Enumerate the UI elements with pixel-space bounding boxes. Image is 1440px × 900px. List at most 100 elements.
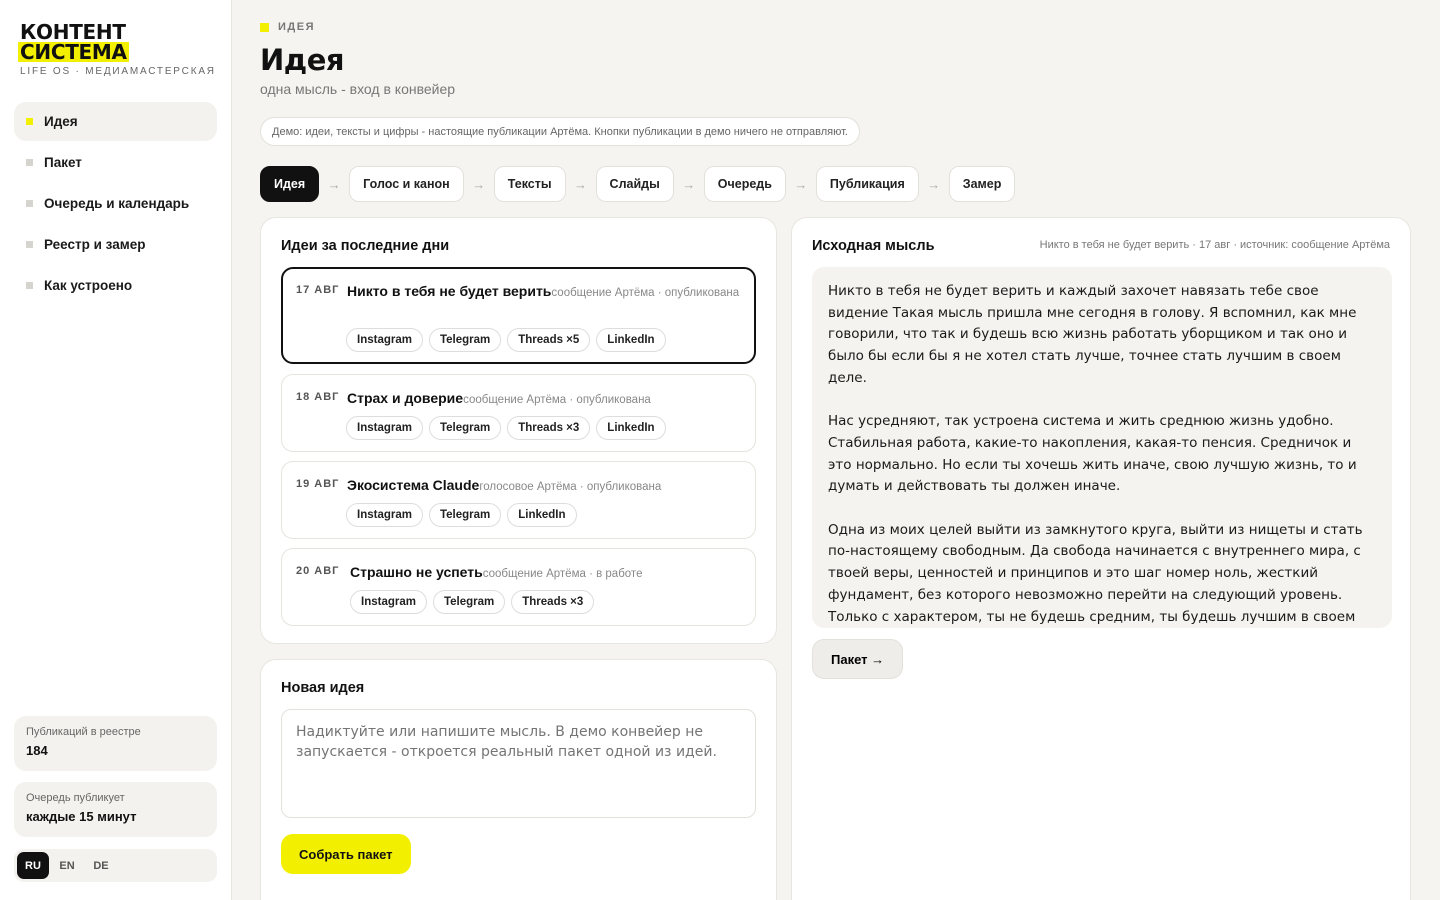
nav-dot-icon — [26, 241, 33, 248]
sidebar-item-label: Пакет — [44, 155, 82, 170]
idea-meta: голосовое Артёма · опубликована — [479, 481, 662, 493]
step-publication[interactable]: Публикация — [815, 166, 919, 202]
nav-dot-icon — [26, 282, 33, 289]
logo-line-1: КОНТЕНТ — [20, 20, 126, 44]
card-title: Идеи за последние дни — [281, 238, 450, 254]
sidebar-item-package[interactable]: Пакет — [14, 143, 217, 182]
source-paragraph: Нас усредняют, так устроена система и жи… — [828, 413, 1357, 495]
stat-label: Очередь публикует — [26, 792, 125, 804]
channel-chips: Instagram Telegram LinkedIn — [346, 503, 577, 527]
arrow-right-icon: → — [327, 176, 341, 192]
step-slides[interactable]: Слайды — [595, 166, 674, 202]
source-meta: Никто в тебя не будет верить · 17 авг · … — [1039, 239, 1390, 251]
idea-meta: сообщение Артёма · опубликована — [551, 287, 740, 299]
sidebar: КОНТЕНТ СИСТЕМА LIFE OS · МЕДИАМАСТЕРСКА… — [0, 0, 232, 900]
idea-item[interactable]: 18 АВГ Страх и довериесообщение Артёма ·… — [281, 374, 756, 452]
lang-de-button[interactable]: DE — [85, 852, 117, 879]
chip-threads: Threads ×3 — [507, 416, 591, 440]
step-texts[interactable]: Тексты — [493, 166, 566, 202]
sidebar-item-label: Очередь и календарь — [44, 196, 190, 211]
idea-title: Страх и доверие — [347, 390, 464, 406]
idea-header: Никто в тебя не будет веритьсообщение Ар… — [347, 281, 744, 303]
nav-dot-icon — [26, 118, 33, 125]
sidebar-item-label: Идея — [44, 114, 78, 129]
source-paragraph: Одна из моих целей выйти из замкнутого к… — [828, 521, 1363, 625]
idea-header: Страшно не успетьсообщение Артёма · в ра… — [350, 562, 745, 584]
idea-header: Страх и довериесообщение Артёма · опубли… — [347, 388, 745, 410]
sidebar-item-label: Как устроено — [44, 278, 133, 293]
language-switcher: RU EN DE — [14, 849, 217, 882]
breadcrumb-label: ИДЕЯ — [278, 21, 315, 33]
new-idea-card: Новая идея Собрать пакет — [260, 659, 777, 900]
source-paragraph: Никто в тебя не будет верить и каждый за… — [828, 283, 1357, 386]
chip-telegram: Telegram — [428, 416, 502, 440]
lang-en-button[interactable]: EN — [51, 852, 83, 879]
arrow-right-icon: → — [927, 176, 941, 192]
package-button[interactable]: Пакет → — [812, 639, 904, 679]
step-measure[interactable]: Замер — [948, 166, 1016, 202]
idea-title: Экосистема Claude — [347, 477, 480, 493]
idea-title: Страшно не успеть — [350, 564, 483, 580]
page-title: Идея — [260, 43, 344, 77]
chip-instagram: Instagram — [346, 416, 423, 440]
idea-meta: сообщение Артёма · в работе — [482, 568, 643, 580]
channel-chips: Instagram Telegram Threads ×3 — [350, 590, 595, 614]
sidebar-nav: Идея Пакет Очередь и календарь Реестр и … — [14, 102, 217, 307]
channel-chips: Instagram Telegram Threads ×5 LinkedIn — [346, 328, 666, 352]
arrow-right-icon: → — [682, 176, 696, 192]
recent-ideas-card: Идеи за последние дни 17 АВГ Никто в теб… — [260, 217, 777, 644]
sidebar-item-queue-calendar[interactable]: Очередь и календарь — [14, 184, 217, 223]
chip-instagram: Instagram — [346, 503, 423, 527]
card-title: Новая идея — [281, 680, 365, 696]
demo-notice: Демо: идеи, тексты и цифры - настоящие п… — [260, 117, 860, 146]
pipeline-steps: Идея → Голос и канон → Тексты → Слайды →… — [260, 166, 1016, 202]
chip-instagram: Instagram — [346, 328, 423, 352]
arrow-right-icon: → — [472, 176, 486, 192]
stat-value: каждые 15 минут — [26, 809, 137, 824]
chip-threads: Threads ×3 — [511, 590, 595, 614]
idea-date: 19 АВГ — [296, 478, 340, 490]
source-thought-card: Исходная мысль Никто в тебя не будет вер… — [791, 217, 1411, 900]
step-queue[interactable]: Очередь — [703, 166, 786, 202]
chip-linkedin: LinkedIn — [507, 503, 577, 527]
chip-linkedin: LinkedIn — [596, 328, 666, 352]
breadcrumb: ИДЕЯ — [260, 21, 315, 33]
nav-dot-icon — [26, 159, 33, 166]
card-title: Исходная мысль — [812, 238, 935, 254]
stat-label: Публикаций в реестре — [26, 726, 141, 738]
logo-subtitle: LIFE OS · МЕДИАМАСТЕРСКАЯ — [20, 66, 216, 77]
page-subtitle: одна мысль - вход в конвейер — [260, 81, 456, 97]
nav-dot-icon — [26, 200, 33, 207]
idea-date: 18 АВГ — [296, 391, 340, 403]
logo[interactable]: КОНТЕНТ СИСТЕМА — [18, 20, 129, 64]
idea-header: Экосистема Claudeголосовое Артёма · опуб… — [347, 475, 745, 497]
chip-telegram: Telegram — [428, 503, 502, 527]
logo-line-2: СИСТЕМА — [18, 40, 129, 64]
chip-threads: Threads ×5 — [507, 328, 591, 352]
idea-date: 20 АВГ — [296, 565, 340, 577]
step-voice-canon[interactable]: Голос и канон — [349, 166, 464, 202]
chip-telegram: Telegram — [428, 328, 502, 352]
step-idea[interactable]: Идея — [260, 166, 320, 202]
channel-chips: Instagram Telegram Threads ×3 LinkedIn — [346, 416, 666, 440]
arrow-right-icon: → — [574, 176, 588, 192]
arrow-right-icon: → — [794, 176, 808, 192]
idea-textarea[interactable] — [281, 709, 756, 818]
idea-item[interactable]: 20 АВГ Страшно не успетьсообщение Артёма… — [281, 548, 756, 626]
idea-item[interactable]: 17 АВГ Никто в тебя не будет веритьсообщ… — [281, 267, 756, 364]
sidebar-item-idea[interactable]: Идея — [14, 102, 217, 141]
crumb-square-icon — [260, 22, 269, 32]
build-package-button[interactable]: Собрать пакет — [281, 834, 411, 874]
stat-card-registry: Публикаций в реестре 184 — [14, 716, 217, 771]
sidebar-item-registry[interactable]: Реестр и замер — [14, 225, 217, 264]
idea-title: Никто в тебя не будет верить — [347, 283, 552, 299]
lang-ru-button[interactable]: RU — [17, 852, 49, 879]
source-text: Никто в тебя не будет верить и каждый за… — [812, 267, 1392, 628]
idea-item[interactable]: 19 АВГ Экосистема Claudeголосовое Артёма… — [281, 461, 756, 539]
chip-instagram: Instagram — [350, 590, 427, 614]
stat-value: 184 — [26, 743, 48, 758]
sidebar-item-how-it-works[interactable]: Как устроено — [14, 266, 217, 305]
idea-date: 17 АВГ — [296, 284, 340, 296]
sidebar-item-label: Реестр и замер — [44, 237, 146, 252]
chip-linkedin: LinkedIn — [596, 416, 666, 440]
